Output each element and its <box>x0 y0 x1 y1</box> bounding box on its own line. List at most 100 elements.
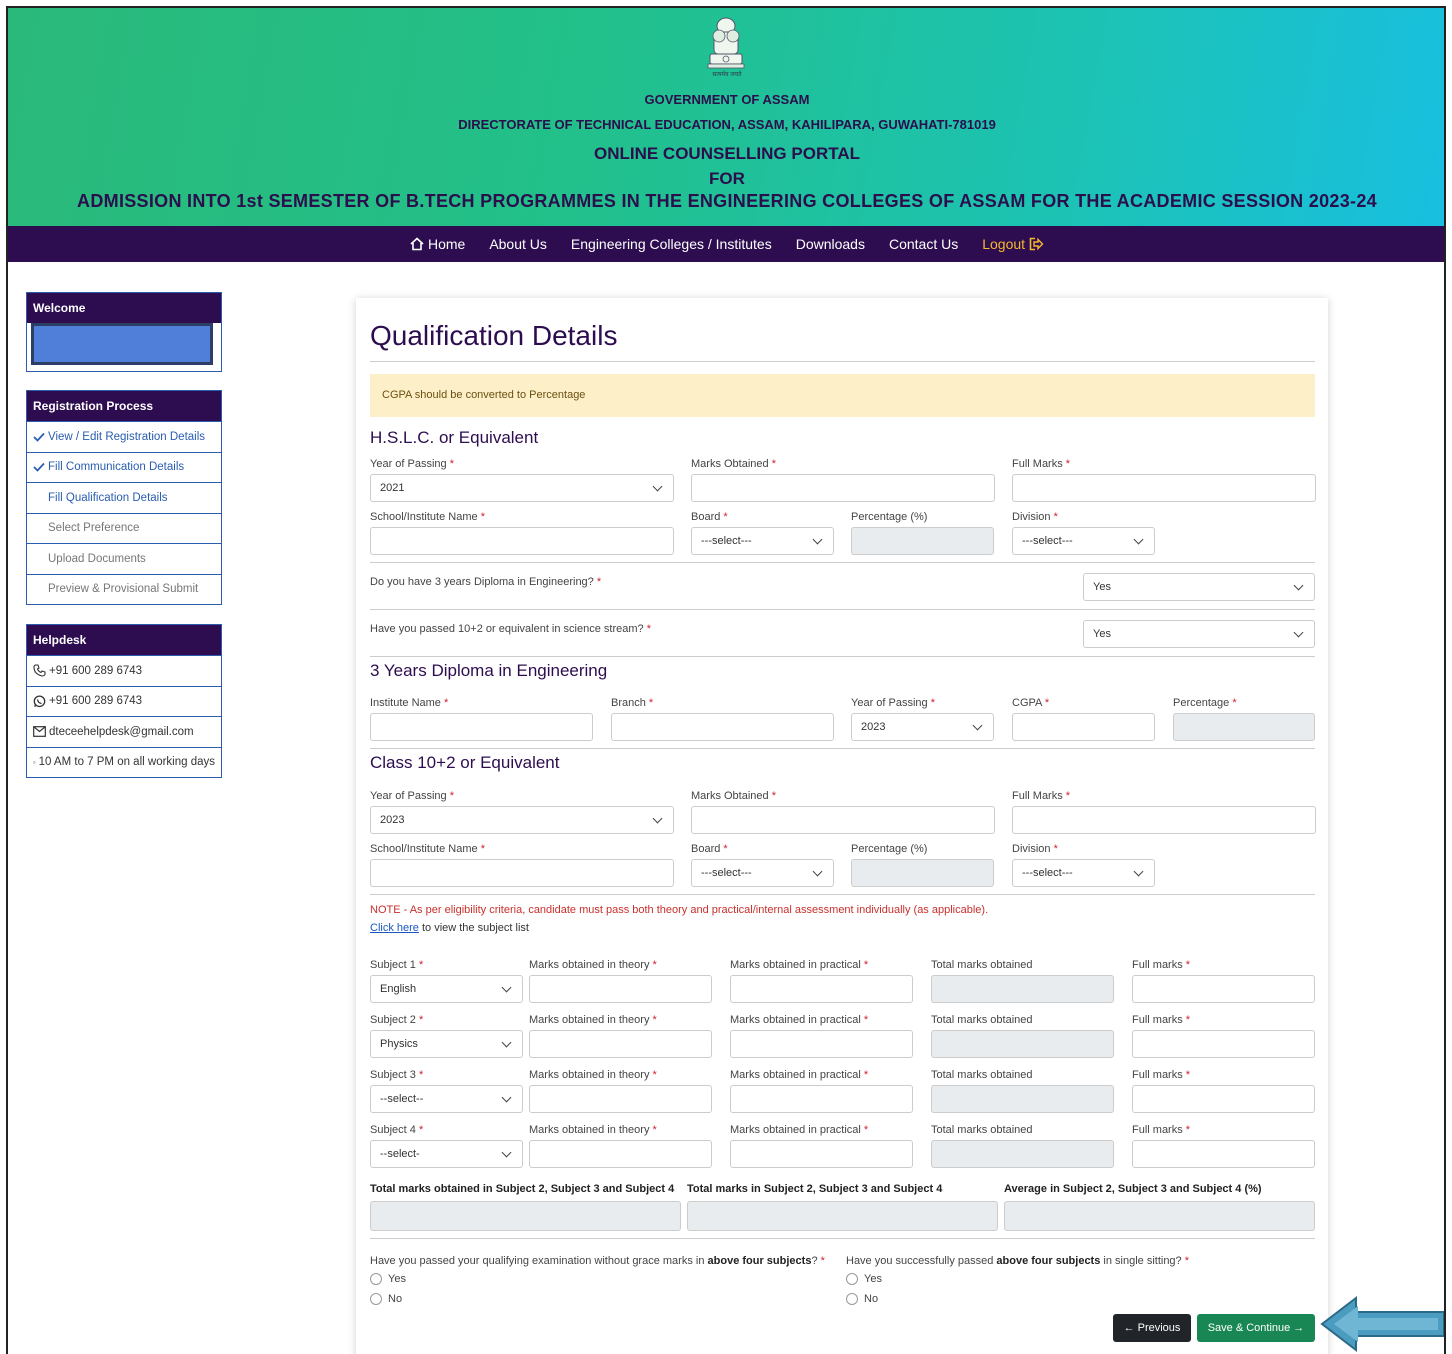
emblem-motto: सत्यमेव जयते <box>712 72 742 78</box>
class12-pct-label: Percentage (%) <box>851 843 928 855</box>
class12-full-input[interactable] <box>1012 806 1316 834</box>
practical-marks-input[interactable] <box>730 1140 913 1168</box>
class12-year-select[interactable]: 2023 <box>370 806 674 834</box>
nav-colleges[interactable]: Engineering Colleges / Institutes <box>571 236 772 252</box>
diploma-inst-input[interactable] <box>370 713 593 741</box>
class12-div-select[interactable]: ---select--- <box>1012 859 1155 887</box>
hslc-school-label: School/Institute Name * <box>370 511 485 523</box>
nav-logout[interactable]: Logout <box>982 236 1044 252</box>
class12-div-label: Division * <box>1012 843 1058 855</box>
sum-total-input <box>370 1201 681 1231</box>
theory-marks-input[interactable] <box>529 1140 712 1168</box>
stopwatch-icon <box>33 761 36 764</box>
nav-logout-label: Logout <box>982 236 1026 252</box>
theory-marks-input[interactable] <box>529 975 712 1003</box>
banner-portal-title: ONLINE COUNSELLING PORTAL <box>593 144 860 163</box>
banner-directorate: DIRECTORATE OF TECHNICAL EDUCATION, ASSA… <box>458 117 996 132</box>
divider <box>370 1238 1315 1239</box>
helpdesk-hours-text: 10 AM to 7 PM on all working days <box>38 756 215 769</box>
diploma-cgpa-label: CGPA * <box>1012 697 1050 709</box>
class12-marks-input[interactable] <box>691 806 995 834</box>
theory-marks-input[interactable] <box>529 1085 712 1113</box>
registration-process-title: Registration Process <box>27 391 221 421</box>
save-continue-button[interactable]: Save & Continue → <box>1197 1314 1315 1342</box>
theory-label: Marks obtained in theory * <box>529 1124 657 1136</box>
helpdesk-title: Helpdesk <box>27 625 221 655</box>
full-marks-input[interactable] <box>1132 1140 1315 1168</box>
whatsapp-icon <box>33 695 46 707</box>
banner-government: GOVERNMENT OF ASSAM <box>644 92 810 107</box>
total-label: Total marks obtained <box>931 1069 1033 1081</box>
subject-select[interactable]: --select-- <box>370 1085 523 1113</box>
nav-about[interactable]: About Us <box>489 236 547 252</box>
nav-contact[interactable]: Contact Us <box>889 236 958 252</box>
previous-button[interactable]: ← Previous <box>1113 1314 1191 1342</box>
total-label: Total marks obtained <box>931 1014 1033 1026</box>
practical-marks-input[interactable] <box>730 1085 913 1113</box>
science-question-select[interactable]: Yes <box>1083 620 1315 648</box>
practical-label: Marks obtained in practical * <box>730 1069 869 1081</box>
user-name-redacted <box>31 323 213 365</box>
divider <box>370 361 1315 362</box>
step-view-edit-registration[interactable]: View / Edit Registration Details <box>27 421 221 452</box>
divider <box>370 562 1315 563</box>
hslc-board-select[interactable]: ---select--- <box>691 527 834 555</box>
qualification-card: Qualification Details CGPA should be con… <box>356 298 1328 1354</box>
diploma-year-select[interactable]: 2023 <box>851 713 994 741</box>
subject-select[interactable]: English <box>370 975 523 1003</box>
subject-label: Subject 3 * <box>370 1069 424 1081</box>
sitting-no-radio[interactable]: No <box>846 1293 878 1305</box>
step-fill-communication[interactable]: Fill Communication Details <box>27 451 221 483</box>
hslc-school-input[interactable] <box>370 527 674 555</box>
diploma-heading: 3 Years Diploma in Engineering <box>370 661 608 680</box>
diploma-cgpa-input[interactable] <box>1012 713 1155 741</box>
theory-marks-input[interactable] <box>529 1030 712 1058</box>
full-marks-label: Full marks * <box>1132 959 1191 971</box>
full-marks-label: Full marks * <box>1132 1124 1191 1136</box>
header-banner: सत्यमेव जयते GOVERNMENT OF ASSAM DIRECTO… <box>8 8 1444 226</box>
nav-downloads[interactable]: Downloads <box>796 236 865 252</box>
hslc-year-select[interactable]: 2021 <box>370 474 674 502</box>
helpdesk-panel: Helpdesk +91 600 289 6743 +91 600 289 67… <box>26 624 222 778</box>
sitting-yes-radio[interactable]: Yes <box>846 1273 882 1285</box>
class12-pct-input <box>851 859 994 887</box>
nav-home[interactable]: Home <box>410 236 465 252</box>
subject-select[interactable]: --select- <box>370 1140 523 1168</box>
practical-marks-input[interactable] <box>730 975 913 1003</box>
total-label: Total marks obtained <box>931 1124 1033 1136</box>
grace-no-radio[interactable]: No <box>370 1293 402 1305</box>
hslc-marks-input[interactable] <box>691 474 995 502</box>
diploma-question: Do you have 3 years Diploma in Engineeri… <box>370 576 602 588</box>
registration-process-panel: Registration Process View / Edit Registr… <box>26 390 222 605</box>
total-marks-input <box>931 1140 1114 1168</box>
class12-school-label: School/Institute Name * <box>370 843 485 855</box>
full-marks-input[interactable] <box>1132 975 1315 1003</box>
grace-question: Have you passed your qualifying examinat… <box>370 1255 825 1267</box>
subject-select[interactable]: Physics <box>370 1030 523 1058</box>
hslc-div-label: Division * <box>1012 511 1058 523</box>
practical-label: Marks obtained in practical * <box>730 1014 869 1026</box>
helpdesk-email: dteceehelpdesk@gmail.com <box>27 716 221 747</box>
click-here-link[interactable]: Click here <box>370 922 419 934</box>
diploma-branch-input[interactable] <box>611 713 834 741</box>
subject-label: Subject 2 * <box>370 1014 424 1026</box>
class12-heading: Class 10+2 or Equivalent <box>370 753 560 772</box>
hslc-full-label: Full Marks * <box>1012 458 1071 470</box>
step-fill-qualification[interactable]: Fill Qualification Details <box>27 482 221 513</box>
envelope-icon <box>33 726 46 738</box>
hslc-full-input[interactable] <box>1012 474 1316 502</box>
helpdesk-hours: 10 AM to 7 PM on all working days <box>27 746 221 778</box>
hslc-div-select[interactable]: ---select--- <box>1012 527 1155 555</box>
hslc-pct-label: Percentage (%) <box>851 511 928 523</box>
home-icon <box>410 237 424 251</box>
practical-marks-input[interactable] <box>730 1030 913 1058</box>
class12-board-select[interactable]: ---select--- <box>691 859 834 887</box>
full-marks-input[interactable] <box>1132 1085 1315 1113</box>
hslc-board-label: Board * <box>691 511 728 523</box>
class12-school-input[interactable] <box>370 859 674 887</box>
full-marks-input[interactable] <box>1132 1030 1315 1058</box>
science-question: Have you passed 10+2 or equivalent in sc… <box>370 623 651 635</box>
diploma-question-select[interactable]: Yes <box>1083 573 1315 601</box>
grace-yes-radio[interactable]: Yes <box>370 1273 406 1285</box>
total-marks-input <box>931 975 1114 1003</box>
